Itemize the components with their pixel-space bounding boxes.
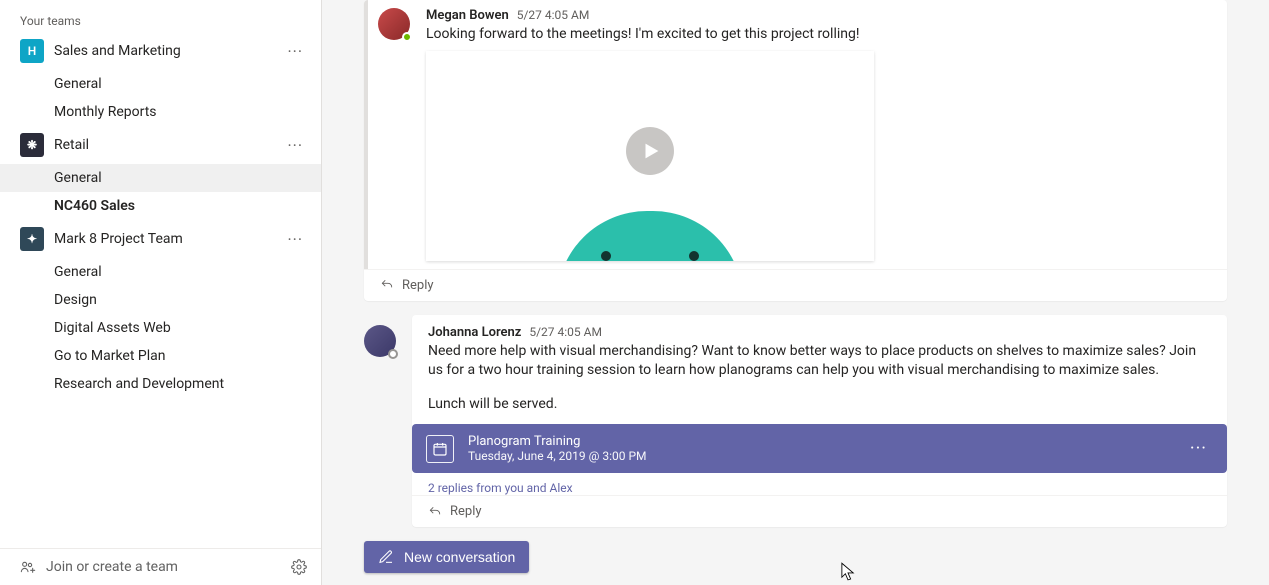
replies-summary[interactable]: 2 replies from you and Alex xyxy=(412,473,1227,495)
people-plus-icon xyxy=(20,559,36,575)
message-list[interactable]: Megan Bowen 5/27 4:05 AM Looking forward… xyxy=(322,0,1269,533)
reply-button[interactable]: Reply xyxy=(364,269,1227,301)
sidebar-footer: Join or create a team xyxy=(0,548,321,585)
team-name: Retail xyxy=(54,137,281,153)
calendar-icon xyxy=(426,435,454,463)
channel-content: Megan Bowen 5/27 4:05 AM Looking forward… xyxy=(322,0,1269,585)
join-create-team[interactable]: Join or create a team xyxy=(20,559,178,575)
team-header-sales-marketing[interactable]: H Sales and Marketing ··· xyxy=(0,32,321,70)
avatar xyxy=(378,8,410,40)
your-teams-label: Your teams xyxy=(0,8,321,32)
channel-general[interactable]: General xyxy=(0,164,321,192)
join-create-label: Join or create a team xyxy=(46,559,178,575)
more-icon[interactable]: ··· xyxy=(281,42,309,61)
teams-sidebar: Your teams H Sales and Marketing ··· Gen… xyxy=(0,0,322,585)
new-conversation-button[interactable]: New conversation xyxy=(364,541,529,573)
play-icon[interactable] xyxy=(626,127,674,175)
more-icon[interactable]: ··· xyxy=(281,136,309,155)
team-header-mark8[interactable]: ✦ Mark 8 Project Team ··· xyxy=(0,220,321,258)
meeting-time: Tuesday, June 4, 2019 @ 3:00 PM xyxy=(468,449,647,463)
message-timestamp: 5/27 4:05 AM xyxy=(517,8,590,22)
teams-list: Your teams H Sales and Marketing ··· Gen… xyxy=(0,0,321,548)
team-name: Sales and Marketing xyxy=(54,43,281,59)
channel-design[interactable]: Design xyxy=(0,286,321,314)
post-card: Johanna Lorenz 5/27 4:05 AM Need more he… xyxy=(412,315,1227,528)
team-avatar: ❋ xyxy=(20,133,44,157)
channel-go-to-market[interactable]: Go to Market Plan xyxy=(0,342,321,370)
presence-available-icon xyxy=(402,32,412,42)
meeting-title: Planogram Training xyxy=(468,434,647,449)
more-icon[interactable]: ··· xyxy=(281,230,309,249)
message-timestamp: 5/27 4:05 AM xyxy=(529,325,602,339)
new-conversation-label: New conversation xyxy=(404,549,515,565)
post-johanna: Johanna Lorenz 5/27 4:05 AM Need more he… xyxy=(412,315,1227,528)
meeting-card[interactable]: Planogram Training Tuesday, June 4, 2019… xyxy=(412,424,1227,473)
reply-label: Reply xyxy=(450,504,482,519)
team-name: Mark 8 Project Team xyxy=(54,231,281,247)
post-body: Megan Bowen 5/27 4:05 AM Looking forward… xyxy=(364,0,1227,269)
presence-offline-icon xyxy=(388,349,398,359)
message-author: Megan Bowen xyxy=(426,8,509,23)
channel-digital-assets[interactable]: Digital Assets Web xyxy=(0,314,321,342)
post-megan: Megan Bowen 5/27 4:05 AM Looking forward… xyxy=(364,0,1227,301)
more-icon[interactable]: ··· xyxy=(1184,438,1213,459)
message-author: Johanna Lorenz xyxy=(428,325,521,340)
channel-general[interactable]: General xyxy=(0,70,321,98)
message-text: Looking forward to the meetings! I'm exc… xyxy=(426,25,1211,45)
compose-area: New conversation xyxy=(322,533,1269,585)
message-text: Need more help with visual merchandising… xyxy=(428,342,1211,381)
reply-button[interactable]: Reply xyxy=(412,495,1227,527)
message-text: Lunch will be served. xyxy=(428,395,1211,415)
reply-label: Reply xyxy=(402,278,434,293)
team-header-retail[interactable]: ❋ Retail ··· xyxy=(0,126,321,164)
team-avatar: H xyxy=(20,39,44,63)
channel-rnd[interactable]: Research and Development xyxy=(0,370,321,398)
gif-graphic xyxy=(557,211,743,261)
team-avatar: ✦ xyxy=(20,227,44,251)
media-preview[interactable] xyxy=(426,51,874,261)
compose-icon xyxy=(378,549,394,565)
channel-monthly-reports[interactable]: Monthly Reports xyxy=(0,98,321,126)
channel-general[interactable]: General xyxy=(0,258,321,286)
channel-nc460-sales[interactable]: NC460 Sales xyxy=(0,192,321,220)
gear-icon[interactable] xyxy=(291,559,307,575)
avatar xyxy=(364,325,396,357)
